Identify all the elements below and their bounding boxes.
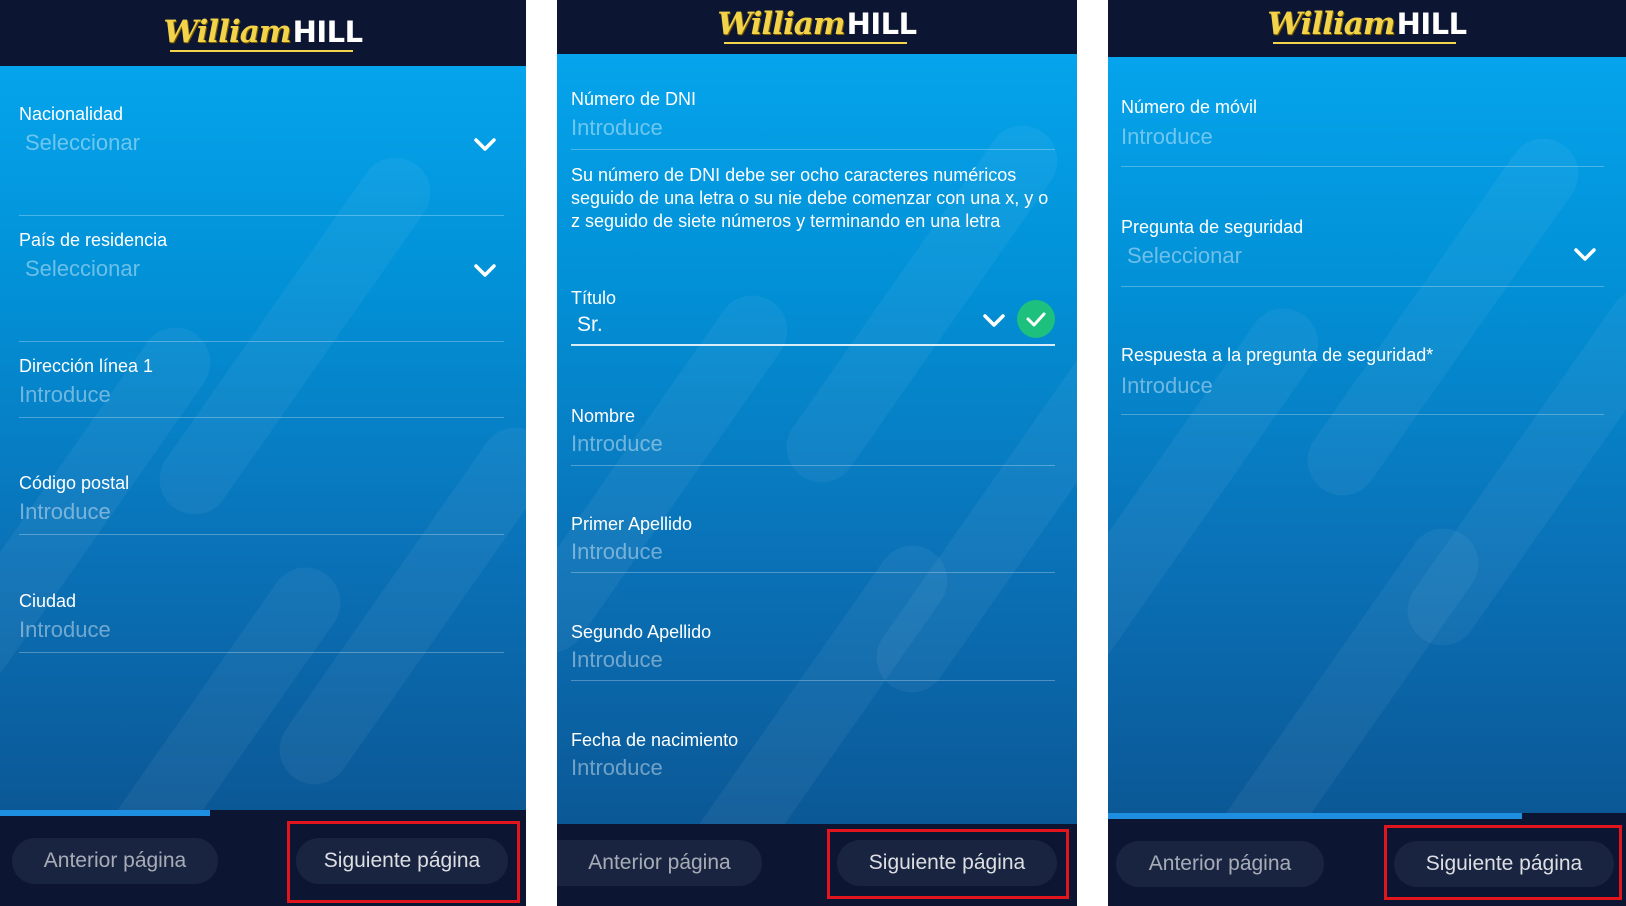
dni-help-text: Su número de DNI debe ser ocho caractere… <box>571 165 1049 231</box>
previous-page-button[interactable]: Anterior página <box>557 840 762 886</box>
birth-date-input[interactable]: Fecha de nacimiento Introduce <box>571 730 1055 792</box>
logo-underline <box>724 42 907 44</box>
logo-block: HILL <box>292 15 364 49</box>
security-question-select[interactable]: Pregunta de seguridad Seleccionar <box>1121 217 1604 289</box>
field-placeholder: Introduce <box>1121 373 1213 398</box>
previous-page-button[interactable]: Anterior página <box>12 838 218 884</box>
screen-security: WilliamHILL Número de móvil Introduce Pr… <box>1108 0 1626 906</box>
field-label: Primer Apellido <box>571 514 693 534</box>
next-button-highlight <box>827 829 1069 899</box>
field-placeholder: Introduce <box>571 115 663 140</box>
william-hill-logo: WilliamHILL <box>557 6 1077 42</box>
field-placeholder: Introduce <box>571 539 663 564</box>
logo-script: William <box>163 14 291 50</box>
form-area: Número de móvil Introduce Pregunta de se… <box>1108 57 1626 813</box>
field-label: Segundo Apellido <box>571 622 712 642</box>
field-placeholder: Introduce <box>1121 124 1213 149</box>
field-label: Número de móvil <box>1121 97 1258 117</box>
field-underline <box>19 341 504 342</box>
field-label: Número de DNI <box>571 89 697 109</box>
field-underline <box>571 465 1055 466</box>
chevron-down-icon[interactable] <box>474 264 496 278</box>
william-hill-logo: WilliamHILL <box>1108 6 1626 42</box>
field-underline <box>19 652 504 653</box>
field-underline <box>19 417 504 418</box>
field-placeholder: Introduce <box>19 499 111 524</box>
logo-block: HILL <box>846 7 918 41</box>
field-underline <box>19 534 504 535</box>
chevron-down-icon[interactable] <box>1574 248 1596 262</box>
logo-block: HILL <box>1396 7 1468 41</box>
field-placeholder: Seleccionar <box>25 256 140 281</box>
logo-underline <box>170 50 353 52</box>
field-label: Código postal <box>19 473 130 493</box>
field-placeholder: Seleccionar <box>1127 243 1242 268</box>
field-label: Fecha de nacimiento <box>571 730 739 750</box>
address-line1-input[interactable]: Dirección línea 1 Introduce <box>19 356 504 432</box>
dni-number-input[interactable]: Número de DNI Introduce <box>571 89 1055 153</box>
mobile-number-input[interactable]: Número de móvil Introduce <box>1121 97 1604 169</box>
field-placeholder: Introduce <box>19 382 111 407</box>
next-button-highlight <box>1384 825 1622 900</box>
screen-address: WilliamHILL Nacionalidad Seleccionar Paí… <box>0 0 526 906</box>
logo-underline <box>1273 42 1456 44</box>
logo-script: William <box>1267 6 1395 42</box>
postal-code-input[interactable]: Código postal Introduce <box>19 473 504 549</box>
field-placeholder: Introduce <box>571 647 663 672</box>
form-area: Número de DNI Introduce Su número de DNI… <box>557 54 1077 824</box>
second-surname-input[interactable]: Segundo Apellido Introduce <box>571 622 1055 684</box>
field-label: Título <box>571 288 617 308</box>
chevron-down-icon[interactable] <box>474 138 496 152</box>
field-label: Nacionalidad <box>19 104 124 124</box>
app-header: WilliamHILL <box>0 0 526 66</box>
nationality-select[interactable]: Nacionalidad Seleccionar <box>19 104 504 216</box>
field-underline <box>1121 166 1604 167</box>
field-underline <box>571 344 1055 346</box>
logo-script: William <box>717 6 845 42</box>
valid-check-icon <box>1017 300 1055 338</box>
field-underline <box>571 680 1055 681</box>
first-name-input[interactable]: Nombre Introduce <box>571 406 1055 468</box>
chevron-down-icon[interactable] <box>983 314 1005 328</box>
form-area: Nacionalidad Seleccionar País de residen… <box>0 66 526 810</box>
residence-country-select[interactable]: País de residencia Seleccionar <box>19 230 504 342</box>
field-label: Pregunta de seguridad <box>1121 217 1304 237</box>
field-placeholder: Introduce <box>571 755 663 780</box>
next-button-highlight <box>287 821 520 903</box>
field-underline <box>571 572 1055 573</box>
field-underline <box>1121 286 1604 287</box>
field-underline <box>571 149 1055 150</box>
title-select[interactable]: Título Sr. <box>571 288 1055 348</box>
field-label: Dirección línea 1 <box>19 356 154 376</box>
field-value: Sr. <box>577 313 603 336</box>
field-underline <box>1121 414 1604 415</box>
field-label: Nombre <box>571 406 636 426</box>
first-surname-input[interactable]: Primer Apellido Introduce <box>571 514 1055 576</box>
field-placeholder: Introduce <box>19 617 111 642</box>
screen-personal-data: WilliamHILL Número de DNI Introduce Su n… <box>557 0 1077 906</box>
field-placeholder: Seleccionar <box>25 130 140 155</box>
app-header: WilliamHILL <box>557 0 1077 54</box>
field-placeholder: Introduce <box>571 431 663 456</box>
field-label: País de residencia <box>19 230 168 250</box>
previous-page-button[interactable]: Anterior página <box>1116 841 1324 887</box>
field-label: Respuesta a la pregunta de seguridad* <box>1121 345 1434 365</box>
city-input[interactable]: Ciudad Introduce <box>19 591 504 667</box>
field-label: Ciudad <box>19 591 77 611</box>
field-underline <box>19 215 504 216</box>
security-answer-input[interactable]: Respuesta a la pregunta de seguridad* In… <box>1121 345 1604 417</box>
william-hill-logo: WilliamHILL <box>0 14 526 50</box>
app-header: WilliamHILL <box>1108 0 1626 57</box>
